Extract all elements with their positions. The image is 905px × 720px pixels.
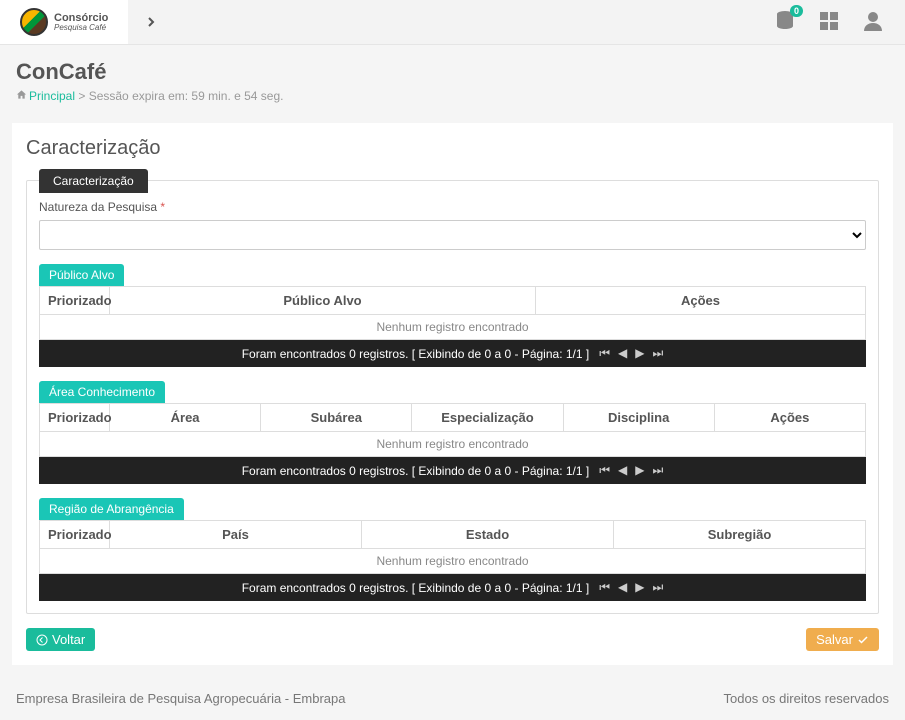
- logo[interactable]: Consórcio Pesquisa Café: [0, 0, 128, 44]
- voltar-label: Voltar: [52, 632, 85, 647]
- regiao-abrangencia-section: Região de Abrangência Priorizado País Es…: [39, 484, 866, 601]
- regiao-tag: Região de Abrangência: [39, 498, 184, 520]
- th-acoes: Ações: [714, 404, 865, 432]
- logo-title: Consórcio: [54, 13, 108, 24]
- first-page-icon[interactable]: ⏮: [599, 463, 610, 478]
- logo-subtitle: Pesquisa Café: [54, 24, 108, 32]
- th-priorizado: Priorizado: [40, 521, 110, 549]
- first-page-icon[interactable]: ⏮: [599, 346, 610, 361]
- th-estado: Estado: [362, 521, 614, 549]
- area-pager: Foram encontrados 0 registros. [ Exibind…: [39, 457, 866, 484]
- page-title: ConCafé: [16, 59, 889, 85]
- arrow-left-icon: [36, 634, 48, 646]
- user-icon: [861, 9, 885, 33]
- navbar-right: 0: [773, 9, 905, 36]
- required-mark: *: [160, 200, 165, 214]
- regiao-pager-text: Foram encontrados 0 registros. [ Exibind…: [242, 581, 590, 595]
- next-page-icon[interactable]: ▶: [635, 346, 644, 361]
- prev-page-icon[interactable]: ◀: [618, 580, 627, 595]
- voltar-button[interactable]: Voltar: [26, 628, 95, 651]
- grid-icon: [817, 9, 841, 33]
- th-publico: Público Alvo: [110, 287, 536, 315]
- area-conhecimento-section: Área Conhecimento Priorizado Área Subáre…: [39, 367, 866, 484]
- th-disciplina: Disciplina: [563, 404, 714, 432]
- publico-alvo-section: Público Alvo Priorizado Público Alvo Açõ…: [39, 250, 866, 367]
- breadcrumb-link[interactable]: Principal: [29, 89, 75, 103]
- prev-page-icon[interactable]: ◀: [618, 346, 627, 361]
- publico-tag: Público Alvo: [39, 264, 124, 286]
- prev-page-icon[interactable]: ◀: [618, 463, 627, 478]
- first-page-icon[interactable]: ⏮: [599, 580, 610, 595]
- area-table: Priorizado Área Subárea Especialização D…: [39, 403, 866, 457]
- publico-table: Priorizado Público Alvo Ações Nenhum reg…: [39, 286, 866, 340]
- th-pais: País: [110, 521, 362, 549]
- breadcrumb-session: > Sessão expira em: 59 min. e 54 seg.: [75, 89, 283, 103]
- button-row: Voltar Salvar: [26, 628, 879, 651]
- natureza-select[interactable]: [39, 220, 866, 250]
- th-subregiao: Subregião: [614, 521, 866, 549]
- navbar-left: Consórcio Pesquisa Café: [0, 0, 174, 44]
- panel-title: Caracterização: [26, 137, 879, 160]
- area-tag: Área Conhecimento: [39, 381, 165, 403]
- breadcrumb: Principal > Sessão expira em: 59 min. e …: [16, 89, 889, 103]
- navbar: Consórcio Pesquisa Café 0: [0, 0, 905, 45]
- footer-left: Empresa Brasileira de Pesquisa Agropecuá…: [16, 691, 346, 706]
- regiao-empty: Nenhum registro encontrado: [40, 549, 866, 574]
- logo-icon: [20, 8, 48, 36]
- last-page-icon[interactable]: ⏭: [653, 463, 664, 478]
- check-icon: [857, 634, 869, 646]
- tab-caracterizacao[interactable]: Caracterização: [39, 169, 148, 193]
- natureza-label: Natureza da Pesquisa *: [39, 200, 165, 214]
- last-page-icon[interactable]: ⏭: [653, 580, 664, 595]
- caracterizacao-section: Caracterização Natureza da Pesquisa * Pú…: [26, 180, 879, 614]
- main-panel: Caracterização Caracterização Natureza d…: [12, 123, 893, 665]
- last-page-icon[interactable]: ⏭: [653, 346, 664, 361]
- user-menu[interactable]: [861, 9, 885, 36]
- db-menu[interactable]: 0: [773, 9, 797, 36]
- salvar-button[interactable]: Salvar: [806, 628, 879, 651]
- th-especializacao: Especialização: [412, 404, 563, 432]
- publico-empty: Nenhum registro encontrado: [40, 315, 866, 340]
- th-priorizado: Priorizado: [40, 287, 110, 315]
- th-priorizado: Priorizado: [40, 404, 110, 432]
- db-badge: 0: [790, 5, 803, 17]
- footer: Empresa Brasileira de Pesquisa Agropecuá…: [0, 677, 905, 720]
- th-acoes: Ações: [536, 287, 866, 315]
- apps-menu[interactable]: [817, 9, 841, 36]
- th-area: Área: [110, 404, 261, 432]
- salvar-label: Salvar: [816, 632, 853, 647]
- sidebar-toggle[interactable]: [128, 0, 174, 44]
- area-pager-text: Foram encontrados 0 registros. [ Exibind…: [242, 464, 590, 478]
- natureza-group: Natureza da Pesquisa *: [39, 199, 866, 250]
- area-empty: Nenhum registro encontrado: [40, 432, 866, 457]
- next-page-icon[interactable]: ▶: [635, 580, 644, 595]
- publico-pager-text: Foram encontrados 0 registros. [ Exibind…: [242, 347, 590, 361]
- chevron-right-icon: [143, 14, 159, 30]
- publico-pager: Foram encontrados 0 registros. [ Exibind…: [39, 340, 866, 367]
- regiao-pager: Foram encontrados 0 registros. [ Exibind…: [39, 574, 866, 601]
- regiao-table: Priorizado País Estado Subregião Nenhum …: [39, 520, 866, 574]
- footer-right: Todos os direitos reservados: [724, 691, 889, 706]
- th-subarea: Subárea: [261, 404, 412, 432]
- page-header: ConCafé Principal > Sessão expira em: 59…: [0, 45, 905, 111]
- next-page-icon[interactable]: ▶: [635, 463, 644, 478]
- home-icon: [16, 89, 27, 103]
